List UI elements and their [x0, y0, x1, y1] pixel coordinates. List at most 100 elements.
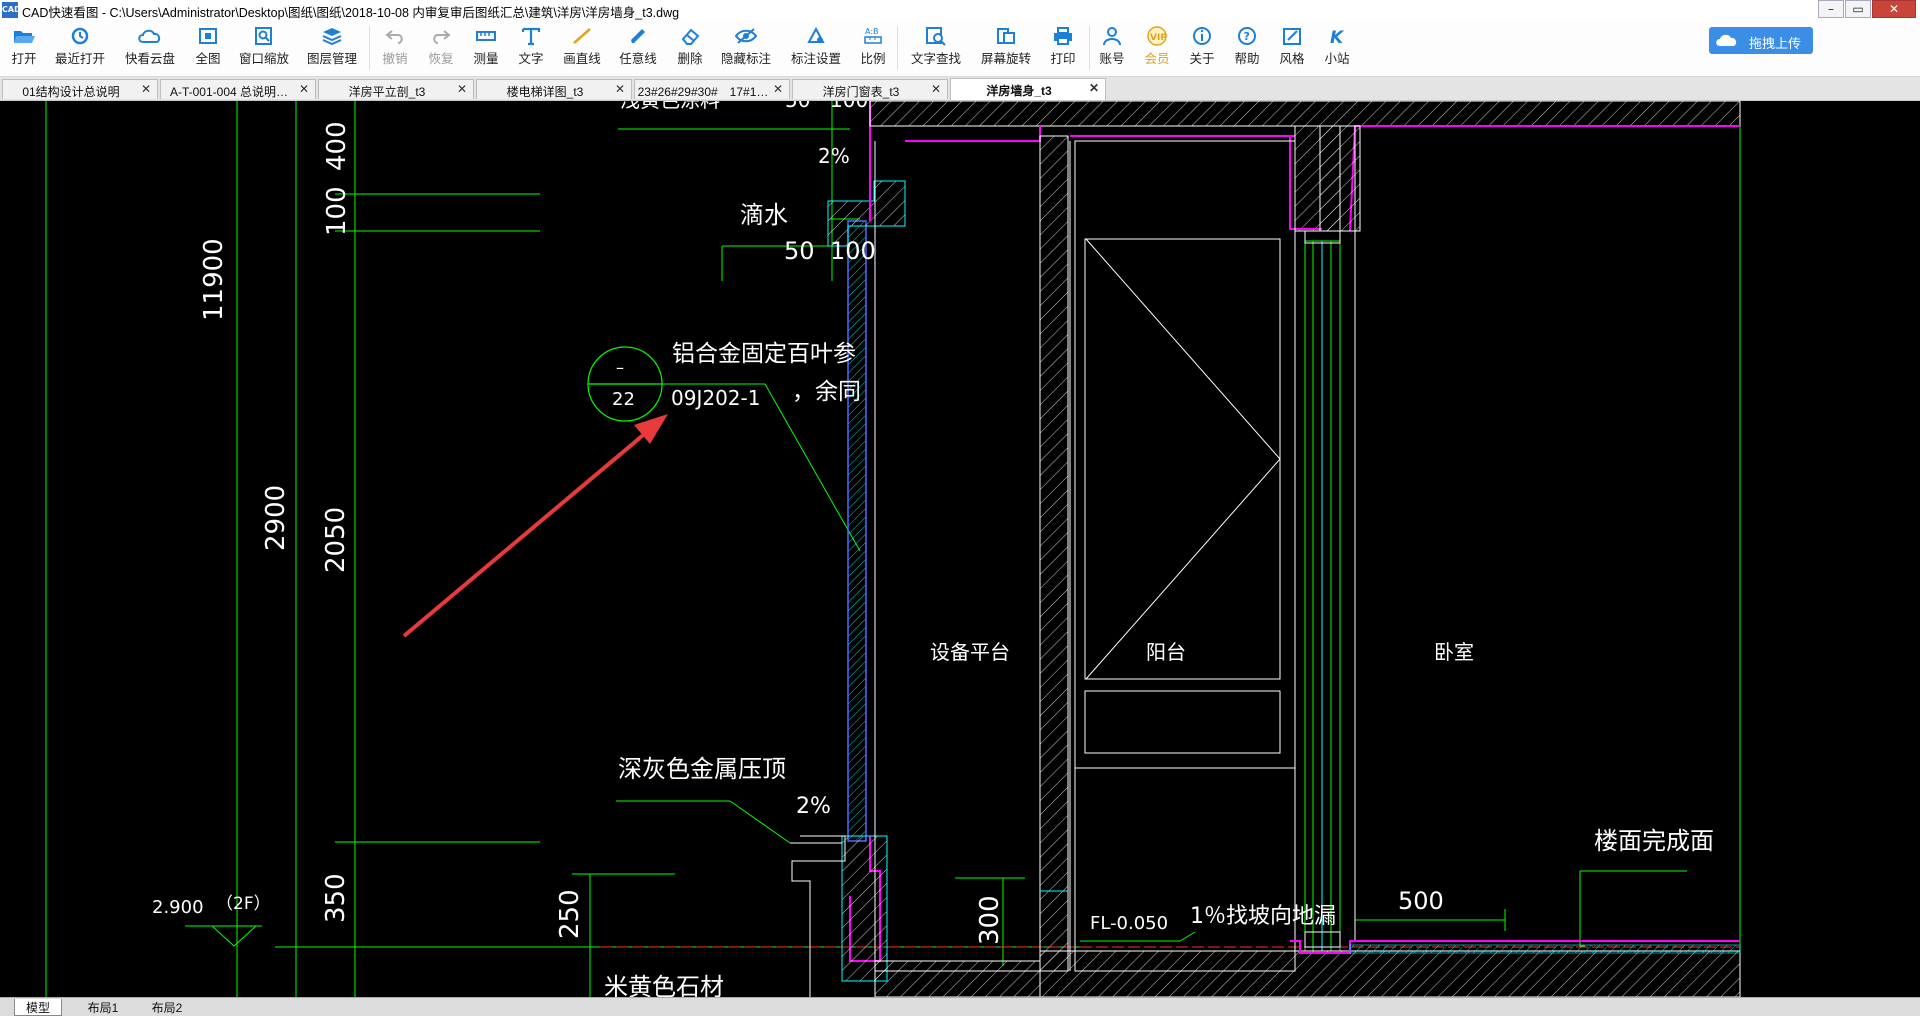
tab-buildings[interactable]: 23#26#29#30# 17#1… ✕	[634, 79, 790, 99]
annotation-settings-button[interactable]: 标注设置	[788, 22, 844, 74]
layers-button[interactable]: 图层管理	[305, 22, 359, 74]
window-zoom-button[interactable]: 窗口缩放	[238, 22, 290, 74]
tab-general-notes[interactable]: A-T-001-004 总说明… ✕	[160, 79, 316, 99]
tab-label: 23#26#29#30# 17#1…	[637, 85, 769, 99]
freehand-button[interactable]: 任意线	[617, 22, 659, 74]
cloud-button[interactable]: 快看云盘	[122, 22, 178, 74]
top-slab	[869, 101, 1741, 232]
help-button[interactable]: ? 帮助	[1231, 22, 1263, 74]
window-title: CAD快速看图 - C:\Users\Administrator\Desktop…	[22, 6, 680, 20]
louver-note-label: ，余同	[792, 379, 861, 405]
vip-button[interactable]: VIP 会员	[1141, 22, 1173, 74]
close-tab-icon[interactable]: ✕	[141, 82, 151, 96]
print-label: 打印	[1050, 52, 1076, 66]
reference-code-label: 09J202-1	[671, 386, 760, 410]
layout-tab-model[interactable]: 模型	[14, 999, 62, 1016]
eraser-icon	[681, 28, 700, 45]
close-tab-icon[interactable]: ✕	[1089, 81, 1099, 95]
dim-400: 400	[322, 121, 352, 171]
floor-level-label: FL-0.050	[1090, 913, 1168, 934]
pen-icon	[631, 29, 645, 43]
full-view-button[interactable]: 全图	[192, 22, 224, 74]
vip-label: 会员	[1144, 52, 1170, 66]
drain-slope-label: 1％找坡向地漏	[1190, 904, 1336, 929]
text-search-button[interactable]: 文字查找	[908, 22, 964, 74]
measure-button[interactable]: 测量	[469, 22, 503, 74]
recent-button[interactable]: 最近打开	[52, 22, 108, 74]
hide-annotations-button[interactable]: 隐藏标注	[718, 22, 774, 74]
layers-label: 图层管理	[306, 52, 357, 66]
dim-2050: 2050	[321, 507, 351, 573]
close-tab-icon[interactable]: ✕	[615, 82, 625, 96]
text-button[interactable]: 文字	[514, 22, 548, 74]
recent-label: 最近打开	[54, 52, 105, 66]
tab-wall-section[interactable]: 洋房墙身_t3 ✕	[950, 78, 1106, 100]
top-cut-label: 浅黄色涂料	[620, 101, 720, 112]
site-label: 小站	[1324, 52, 1350, 66]
dim-300: 300	[975, 895, 1005, 945]
room-equipment-platform: 设备平台	[930, 640, 1010, 664]
print-button[interactable]: 打印	[1047, 22, 1079, 74]
cloud-label: 快看云盘	[124, 52, 175, 66]
layout-tab-bar: 模型 布局1 布局2	[0, 997, 1920, 1016]
delete-button[interactable]: 删除	[673, 22, 707, 74]
close-tab-icon[interactable]: ✕	[931, 82, 941, 96]
dim-50: 50	[784, 237, 815, 265]
level-elevation-label: 2.900	[152, 897, 204, 918]
dim-2900: 2900	[261, 485, 291, 551]
printer-icon	[1054, 27, 1072, 45]
about-button[interactable]: 关于	[1186, 22, 1218, 74]
tab-label: 洋房门窗表_t3	[822, 85, 900, 99]
annotation-gear-icon	[807, 26, 825, 43]
undo-icon	[385, 30, 403, 44]
close-tab-icon[interactable]: ✕	[773, 82, 783, 96]
exterior-wall	[790, 101, 906, 997]
vip-badge-icon: VIP	[1147, 26, 1167, 46]
line-button[interactable]: 画直线	[561, 22, 603, 74]
restore-button[interactable]: ▭	[1845, 0, 1871, 18]
close-tab-icon[interactable]: ✕	[299, 82, 309, 96]
layout-tab-2[interactable]: 布局2	[144, 999, 190, 1015]
layout-tab-1[interactable]: 布局1	[80, 999, 126, 1015]
rotate-icon	[997, 28, 1015, 44]
cloud-upload-icon	[1716, 34, 1737, 46]
site-button[interactable]: K 小站	[1321, 22, 1353, 74]
main-toolbar: 打开 最近打开 快看云盘 全图 窗口缩放 图层管理 撤销 恢复 测量 文字 画直…	[0, 20, 1920, 77]
help-icon: ?	[1238, 27, 1256, 45]
tab-label: 洋房墙身_t3	[986, 84, 1052, 98]
undo-button[interactable]: 撤销	[378, 22, 412, 74]
freehand-label: 任意线	[619, 52, 657, 66]
tab-door-window-schedule[interactable]: 洋房门窗表_t3 ✕	[792, 79, 948, 99]
open-button[interactable]: 打开	[4, 22, 44, 74]
floor-slab	[874, 126, 1741, 997]
about-label: 关于	[1189, 52, 1215, 66]
scale-label: 比例	[860, 52, 886, 66]
window-zoom-label: 窗口缩放	[238, 52, 289, 66]
close-tab-icon[interactable]: ✕	[457, 82, 467, 96]
toolbar-divider	[1089, 26, 1090, 70]
upload-label: 拖拽上传	[1749, 37, 1802, 52]
dim-11900: 11900	[199, 238, 229, 321]
scale-button[interactable]: A:B 比例	[858, 22, 888, 74]
vertical-dimensions: 400 100 11900 2900 2050 350 250 300	[199, 121, 1005, 945]
close-window-button[interactable]: ✕	[1872, 0, 1916, 18]
account-button[interactable]: 账号	[1096, 22, 1128, 74]
layout-tab-label: 模型	[25, 1001, 50, 1015]
balcony-door	[1074, 140, 1296, 972]
tab-plan-elevation[interactable]: 洋房平立剖_t3 ✕	[318, 79, 474, 99]
tab-stair-details[interactable]: 楼电梯详图_t3 ✕	[476, 79, 632, 99]
tab-structure-notes[interactable]: 01结构设计总说明 ✕	[2, 79, 158, 99]
text-label: 文字	[518, 52, 544, 66]
rotate-screen-button[interactable]: 屏幕旋转	[978, 22, 1034, 74]
tab-label: 洋房平立剖_t3	[348, 85, 426, 99]
layout-tab-label: 布局2	[151, 1001, 183, 1015]
style-button[interactable]: 风格	[1276, 22, 1308, 74]
redo-button[interactable]: 恢复	[424, 22, 458, 74]
drawing-canvas[interactable]: 浅黄色涂料 50 100 2% 滴水 50 100 铝合金固定百叶参 ，余同 0…	[0, 101, 1920, 997]
minimize-button[interactable]: –	[1818, 0, 1844, 18]
layers-icon	[322, 28, 342, 46]
dim-100: 100	[830, 237, 876, 265]
tab-label: 01结构设计总说明	[22, 85, 120, 99]
title-bar: CAD CAD快速看图 - C:\Users\Administrator\Des…	[0, 0, 1920, 21]
drag-upload-button[interactable]: 拖拽上传	[1709, 27, 1813, 54]
